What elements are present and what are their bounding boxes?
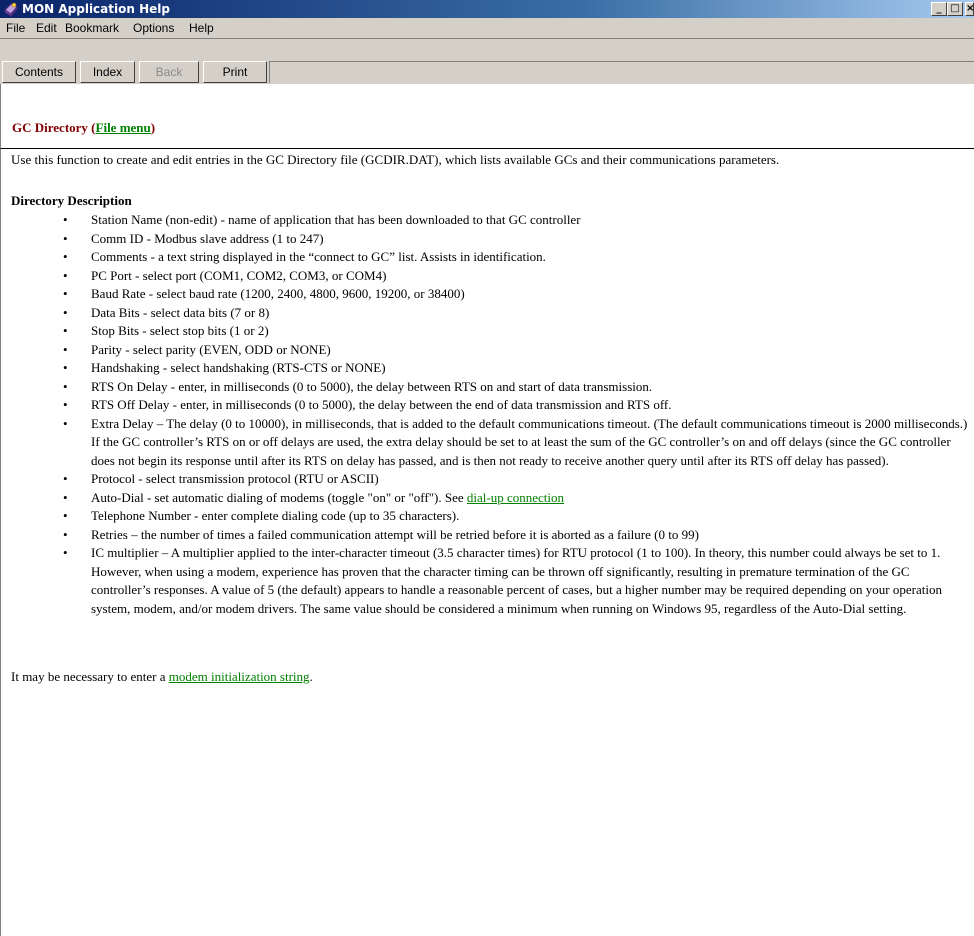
topic-title-text: GC Directory ( [12, 120, 96, 135]
close-button[interactable]: × [965, 2, 974, 16]
close-icon: × [966, 3, 974, 14]
modem-init-string-link[interactable]: modem initialization string [169, 669, 310, 684]
list-item: • Protocol - select transmission protocol… [1, 470, 971, 489]
list-item-text: Data Bits - select data bits (7 or 8) [91, 304, 270, 320]
list-item: • Data Bits - select data bits (7 or 8) [1, 304, 971, 323]
list-item: • Extra Delay – The delay (0 to 10000), i… [1, 415, 971, 471]
contents-button-label: Contents [14, 65, 64, 79]
menu-edit[interactable]: Edit [34, 18, 59, 38]
list-item: • Telephone Number - enter complete diali… [1, 507, 971, 526]
list-item-text: Protocol - select transmission protocol … [91, 471, 379, 486]
topic-content[interactable]: Use this function to create and edit ent… [0, 149, 974, 936]
list-item: • Handshaking - select handshaking (RTS-C… [1, 359, 971, 378]
contents-button[interactable]: Contents [2, 61, 76, 83]
bullet-icon: • [63, 378, 68, 394]
list-item: • Stop Bits - select stop bits (1 or 2) [1, 322, 971, 341]
bullet-icon: • [63, 341, 68, 357]
menu-bookmark[interactable]: Bookmark [63, 18, 121, 38]
list-item: • Retries – the number of times a failed … [1, 526, 971, 545]
list-item-text: Auto-Dial - set automatic dialing of mod… [91, 489, 467, 505]
menu-bar: File Edit Bookmark Options Help [0, 18, 974, 38]
list-item-text: Parity - select parity (EVEN, ODD or NON… [91, 341, 331, 357]
menu-file[interactable]: File [4, 18, 27, 38]
back-button-label: Back [155, 65, 183, 79]
index-button-label: Index [92, 65, 123, 79]
bullet-icon: • [63, 267, 68, 283]
list-item-text: RTS On Delay - enter, in milliseconds (0… [91, 378, 653, 394]
list-item-text: RTS Off Delay - enter, in milliseconds (… [91, 397, 672, 412]
list-item: • Parity - select parity (EVEN, ODD or NO… [1, 341, 971, 360]
list-item: • Auto-Dial - set automatic dialing of mo… [1, 489, 971, 508]
bullet-icon: • [63, 471, 68, 486]
back-button[interactable]: Back [139, 61, 199, 83]
list-item-text: Station Name (non-edit) - name of applic… [91, 212, 581, 227]
bullet-icon: • [63, 415, 68, 431]
bullet-icon: • [63, 286, 68, 301]
topic-title: GC Directory (File menu) [12, 120, 155, 136]
print-button[interactable]: Print [203, 61, 267, 83]
list-item-text: Extra Delay – The delay (0 to 10000), in… [91, 415, 968, 468]
list-item: • PC Port - select port (COM1, COM2, COM3… [1, 267, 971, 286]
list-item-text: IC multiplier – A multiplier applied to … [91, 545, 942, 616]
minimize-button[interactable]: _ [931, 2, 947, 16]
maximize-icon: □ [950, 3, 960, 14]
window-title: MON Application Help [22, 2, 170, 16]
list-item-text: PC Port - select port (COM1, COM2, COM3,… [91, 267, 387, 283]
file-menu-link[interactable]: File menu [96, 120, 151, 135]
list-item: • Baud Rate - select baud rate (1200, 240… [1, 285, 971, 304]
list-item: • Comments - a text string displayed in t… [1, 248, 971, 267]
bullet-icon: • [63, 249, 68, 264]
title-bar[interactable]: MON Application Help _ □ × [0, 0, 974, 18]
bullet-icon: • [63, 397, 68, 412]
topic-header: GC Directory (File menu) [0, 84, 974, 149]
list-item: • RTS Off Delay - enter, in milliseconds … [1, 396, 971, 415]
list-item: • RTS On Delay - enter, in milliseconds (… [1, 378, 971, 397]
topic-title-suffix: ) [150, 120, 156, 135]
list-item-text: Handshaking - select handshaking (RTS-CT… [91, 360, 386, 375]
list-item-text: Retries – the number of times a failed c… [91, 526, 699, 542]
bullet-icon: • [63, 212, 68, 227]
footer-text: It may be necessary to enter a [11, 669, 169, 684]
list-item-text: Telephone Number - enter complete dialin… [91, 508, 460, 523]
bullet-icon: • [63, 545, 68, 560]
section-heading: Directory Description [11, 193, 132, 208]
bullet-icon: • [63, 323, 68, 338]
bullet-icon: • [63, 508, 68, 523]
index-button[interactable]: Index [80, 61, 135, 83]
dial-up-connection-link[interactable]: dial-up connection [467, 490, 564, 505]
footer-paragraph: It may be necessary to enter a modem ini… [11, 668, 313, 685]
print-button-label: Print [222, 65, 248, 79]
help-window: MON Application Help _ □ × File Edit Boo… [0, 0, 974, 936]
bullet-icon: • [63, 304, 68, 320]
list-item: • IC multiplier – A multiplier applied to… [1, 544, 971, 618]
list-item-text: Baud Rate - select baud rate (1200, 2400… [91, 286, 465, 301]
maximize-button[interactable]: □ [947, 2, 963, 16]
help-book-icon [4, 2, 18, 17]
bullet-icon: • [63, 360, 68, 375]
bullet-icon: • [63, 489, 68, 505]
button-bar: Contents Index Back Print [0, 38, 974, 84]
button-bar-filler [269, 61, 974, 83]
list-item-text: Comments - a text string displayed in th… [91, 249, 546, 264]
list-item: • Comm ID - Modbus slave address (1 to 24… [1, 230, 971, 249]
menu-help[interactable]: Help [187, 18, 216, 38]
description-list: • Station Name (non-edit) - name of appli… [1, 211, 971, 618]
list-item-text: Comm ID - Modbus slave address (1 to 247… [91, 230, 324, 246]
footer-suffix: . [309, 669, 313, 684]
list-item: • Station Name (non-edit) - name of appli… [1, 211, 971, 230]
bullet-icon: • [63, 230, 68, 246]
minimize-icon: _ [936, 3, 942, 14]
bullet-icon: • [63, 526, 68, 542]
intro-paragraph: Use this function to create and edit ent… [11, 152, 780, 167]
list-item-text: Stop Bits - select stop bits (1 or 2) [91, 323, 269, 338]
menu-options[interactable]: Options [131, 18, 176, 38]
